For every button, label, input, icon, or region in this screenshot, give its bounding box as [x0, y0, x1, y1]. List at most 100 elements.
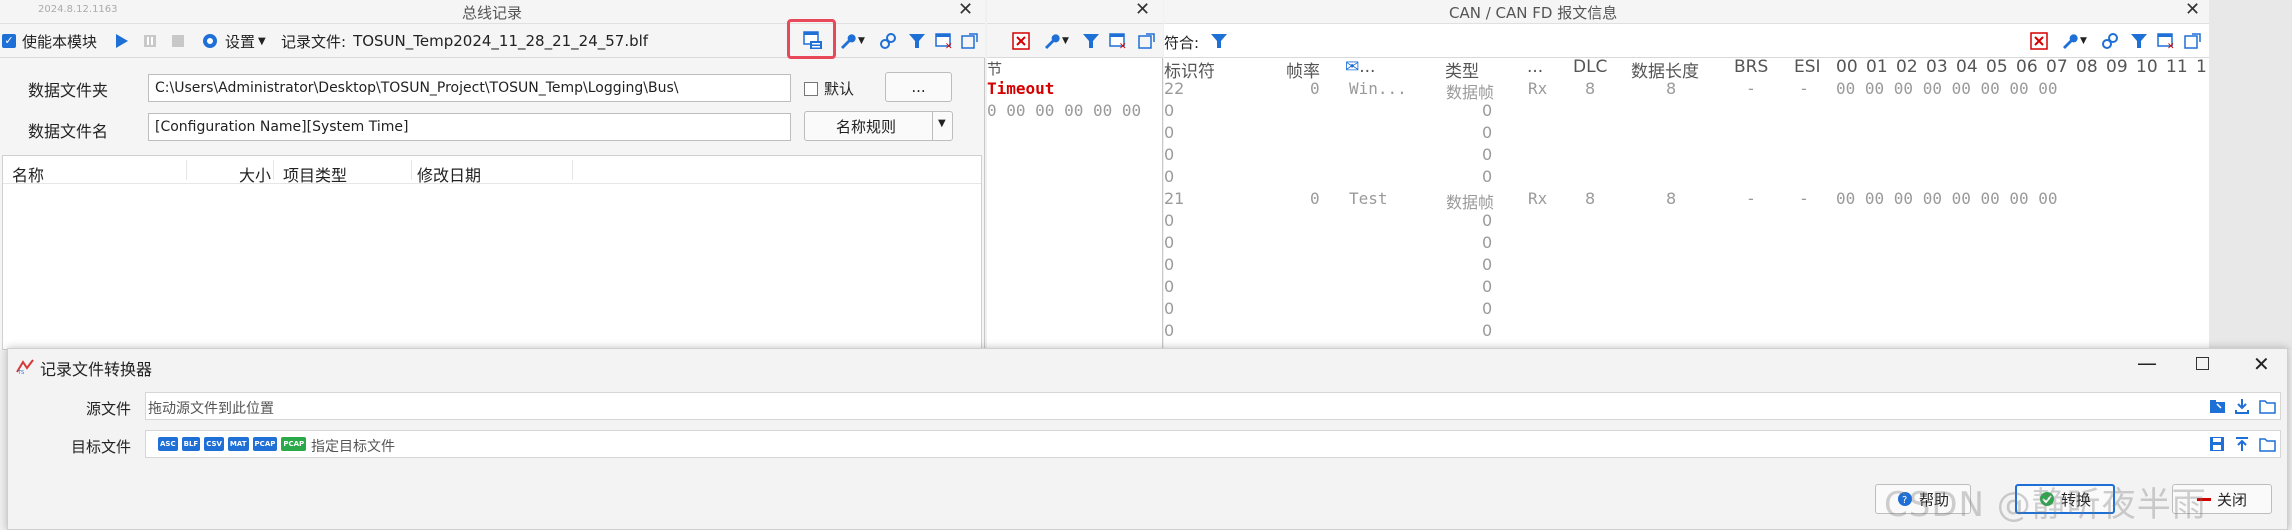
stop-icon: [172, 35, 184, 47]
hdr-byte-04[interactable]: 04: [1956, 57, 1978, 77]
hdr-dir[interactable]: ...: [1527, 57, 1543, 77]
clear-button[interactable]: [2030, 31, 2048, 51]
popout-button[interactable]: [961, 31, 979, 51]
row-type: 0: [1482, 123, 1493, 142]
table-row[interactable]: 00: [1164, 210, 2209, 232]
table-row[interactable]: 00: [1164, 166, 2209, 188]
table-row[interactable]: 22 0 Win... 数据帧 Rx 8 8- -00 00 00 00 00 00 00 0…: [1164, 78, 2209, 102]
popout-button[interactable]: [1138, 31, 1156, 51]
hdr-brs[interactable]: BRS: [1734, 57, 1768, 77]
table-row[interactable]: 00: [1164, 100, 2209, 122]
hdr-byte-05[interactable]: 05: [1986, 57, 2008, 77]
link-button[interactable]: [2101, 31, 2119, 51]
row-identifier: 0: [1164, 145, 1175, 164]
col-modified[interactable]: 修改日期: [417, 162, 481, 186]
close-label: 关闭: [2216, 490, 2247, 509]
tools-button[interactable]: ▼: [2060, 31, 2087, 51]
popout-icon: [2184, 33, 2201, 49]
hdr-byte-10[interactable]: 10: [2136, 57, 2158, 77]
can-panel-close-icon[interactable]: ✕: [2185, 0, 2200, 20]
dropdown-arrow-icon: ▼: [258, 35, 266, 47]
row-name: Test: [1349, 189, 1388, 208]
download-icon[interactable]: [2234, 398, 2251, 414]
filename-input[interactable]: [Configuration Name][System Time]: [148, 113, 791, 141]
trace-panel-close-icon[interactable]: ✕: [1135, 0, 1150, 20]
clear-window-button[interactable]: ✕: [2157, 31, 2175, 51]
link-button[interactable]: [879, 31, 897, 51]
asc-format-icon[interactable]: ASC: [158, 437, 178, 451]
pcap-format-icon[interactable]: PCAP: [252, 437, 278, 451]
row-identifier: 0: [1164, 255, 1175, 274]
default-checkbox[interactable]: 默认: [804, 78, 854, 99]
hdr-byte-06[interactable]: 06: [2016, 57, 2038, 77]
row-dir: Rx: [1528, 189, 1548, 208]
table-row[interactable]: 00: [1164, 276, 2209, 298]
row-dir: Rx: [1528, 79, 1548, 98]
filter-button[interactable]: [1210, 31, 1228, 51]
mat-format-icon[interactable]: MAT: [227, 437, 249, 451]
hdr-byte-09[interactable]: 09: [2106, 57, 2128, 77]
hdr-name[interactable]: ✉...: [1345, 57, 1375, 77]
minimize-icon[interactable]: —: [2137, 351, 2157, 375]
row-data: 00 00 00 00 00 00 00 00: [1836, 79, 2058, 98]
target-placeholder: 指定目标文件: [311, 439, 395, 455]
hdr-byte-02[interactable]: 02: [1896, 57, 1918, 77]
filter-button[interactable]: [1082, 31, 1100, 51]
clear-button[interactable]: [1012, 31, 1030, 51]
browse-folder-button[interactable]: ...: [885, 72, 952, 102]
row-length: 8: [1666, 189, 1677, 208]
hdr-byte-00[interactable]: 00: [1836, 57, 1858, 77]
link-icon: [2102, 33, 2118, 49]
target-input[interactable]: ASC BLF CSV MAT PCAP PCAP 指定目标文件: [145, 430, 2281, 458]
table-row[interactable]: 00: [1164, 298, 2209, 320]
hdr-byte-07[interactable]: 07: [2046, 57, 2068, 77]
bus-panel-close-icon[interactable]: ✕: [958, 0, 973, 20]
table-row[interactable]: 00: [1164, 144, 2209, 166]
col-type[interactable]: 项目类型: [283, 162, 347, 186]
table-row[interactable]: 00: [1164, 320, 2209, 342]
clear-window-button[interactable]: ✕: [1109, 31, 1127, 51]
csv-format-icon[interactable]: CSV: [204, 437, 224, 451]
source-input[interactable]: 拖动源文件到此位置: [145, 392, 2281, 420]
col-name[interactable]: 名称: [12, 162, 44, 186]
col-size[interactable]: 大小: [239, 162, 271, 186]
tools-button[interactable]: ▼: [838, 31, 865, 51]
folder-icon[interactable]: [2259, 398, 2276, 414]
hdr-byte-11[interactable]: 11: [2166, 57, 2188, 77]
save-icon[interactable]: [2209, 436, 2226, 452]
naming-rule-dropdown-icon[interactable]: ▼: [938, 118, 946, 129]
popout-button[interactable]: [2184, 31, 2202, 51]
enable-checkbox[interactable]: ✓ 使能本模块: [2, 31, 97, 51]
clear-window-button[interactable]: ✕: [935, 31, 953, 51]
hdr-dlc[interactable]: DLC: [1573, 57, 1607, 77]
naming-rule-button[interactable]: 名称规则 ▼: [804, 111, 953, 141]
settings-button[interactable]: 设置 ▼: [201, 31, 266, 51]
hdr-byte-01[interactable]: 01: [1866, 57, 1888, 77]
table-row[interactable]: 21 0 Test 数据帧 Rx 8 8- -00 00 00 00 00 00 00 00: [1164, 188, 2209, 212]
bus-panel-title: 总线记录: [462, 4, 523, 22]
hdr-byte-12[interactable]: 1: [2196, 57, 2207, 77]
table-row[interactable]: 00: [1164, 232, 2209, 254]
hdr-byte-03[interactable]: 03: [1926, 57, 1948, 77]
pcapng-format-icon[interactable]: PCAP: [281, 437, 307, 451]
blf-format-icon[interactable]: BLF: [181, 437, 201, 451]
table-row[interactable]: 00: [1164, 122, 2209, 144]
maximize-icon[interactable]: [2196, 357, 2209, 370]
folder-input[interactable]: C:\Users\Administrator\Desktop\TOSUN_Pro…: [148, 74, 791, 102]
log-converter-button[interactable]: [803, 31, 823, 51]
filter-button-2[interactable]: [2130, 31, 2148, 51]
hdr-esi[interactable]: ESI: [1794, 57, 1821, 77]
play-button[interactable]: [113, 31, 129, 51]
hdr-byte-08[interactable]: 08: [2076, 57, 2098, 77]
pause-button[interactable]: [142, 31, 158, 51]
workspace-background: [2209, 0, 2292, 350]
dialog-close-icon[interactable]: ✕: [2253, 352, 2270, 376]
open-folder-icon[interactable]: [2209, 398, 2226, 414]
tools-button[interactable]: ▼: [1042, 31, 1069, 51]
upload-icon[interactable]: [2234, 436, 2251, 452]
table-row[interactable]: 00: [1164, 254, 2209, 276]
stop-button[interactable]: [170, 31, 186, 51]
popout-icon: [961, 33, 978, 49]
filter-button[interactable]: [908, 31, 926, 51]
folder-icon[interactable]: [2259, 436, 2276, 452]
